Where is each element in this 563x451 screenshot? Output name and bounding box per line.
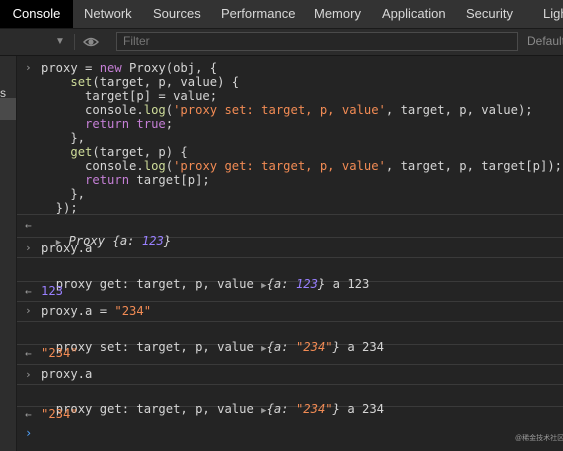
input-expression: proxy.a (41, 367, 93, 381)
tab-console[interactable]: Console (0, 0, 73, 28)
result-arrow-icon: ← (25, 347, 32, 360)
input-chevron-icon: › (25, 241, 32, 254)
code-line: console.log('proxy set: target, p, value… (41, 103, 533, 117)
tab-lighthouse[interactable]: Ligh (543, 0, 563, 28)
devtools-tab-bar: Console Network Sources Performance Memo… (0, 0, 563, 29)
eye-icon[interactable] (83, 35, 99, 49)
console-prompt-icon[interactable]: › (25, 426, 32, 440)
code-line: target[p] = value; (41, 89, 218, 103)
code-line: return target[p]; (85, 173, 210, 187)
input-expression: proxy.a (41, 241, 93, 255)
tab-performance[interactable]: Performance (221, 0, 295, 28)
console-result-entry: ← (17, 407, 563, 425)
input-chevron-icon: › (25, 368, 32, 381)
code-line: set(target, p, value) { (70, 75, 240, 89)
sidebar-selected-item[interactable] (0, 98, 16, 120)
code-line: }, (41, 187, 86, 201)
result-arrow-icon: ← (25, 285, 32, 298)
tab-network[interactable]: Network (84, 0, 132, 28)
tab-application[interactable]: Application (382, 0, 446, 28)
code-line: return true; (85, 117, 174, 131)
result-value: 123 (41, 284, 64, 298)
console-toolbar: ▼ Default (0, 29, 563, 56)
watermark: @稀金技术社区 (515, 435, 563, 442)
result-arrow-icon: ← (25, 219, 32, 232)
result-value: "234" (41, 407, 78, 421)
console-input-entry: › (17, 365, 563, 385)
tab-sources[interactable]: Sources (153, 0, 201, 28)
filter-input[interactable] (116, 32, 518, 51)
tab-security[interactable]: Security (466, 0, 513, 28)
console-result-entry: ← (17, 282, 563, 302)
context-dropdown-icon[interactable]: ▼ (55, 36, 65, 47)
code-line: console.log('proxy get: target, p, value… (41, 159, 562, 173)
result-value: "234" (41, 346, 78, 360)
default-levels-dropdown[interactable]: Default (527, 34, 563, 48)
code-line: }, (41, 131, 86, 145)
toolbar-divider (74, 34, 75, 50)
input-expression: proxy.a = "234" (41, 304, 152, 318)
input-chevron-icon: › (25, 61, 32, 74)
code-line: proxy = new Proxy(obj, { (41, 61, 218, 75)
result-arrow-icon: ← (25, 408, 32, 421)
console-input-entry: › (17, 238, 563, 258)
input-chevron-icon: › (25, 304, 32, 317)
code-line: get(target, p) { (70, 145, 188, 159)
code-line: }); (41, 201, 78, 215)
console-result-entry: ← (17, 345, 563, 365)
tab-memory[interactable]: Memory (314, 0, 361, 28)
